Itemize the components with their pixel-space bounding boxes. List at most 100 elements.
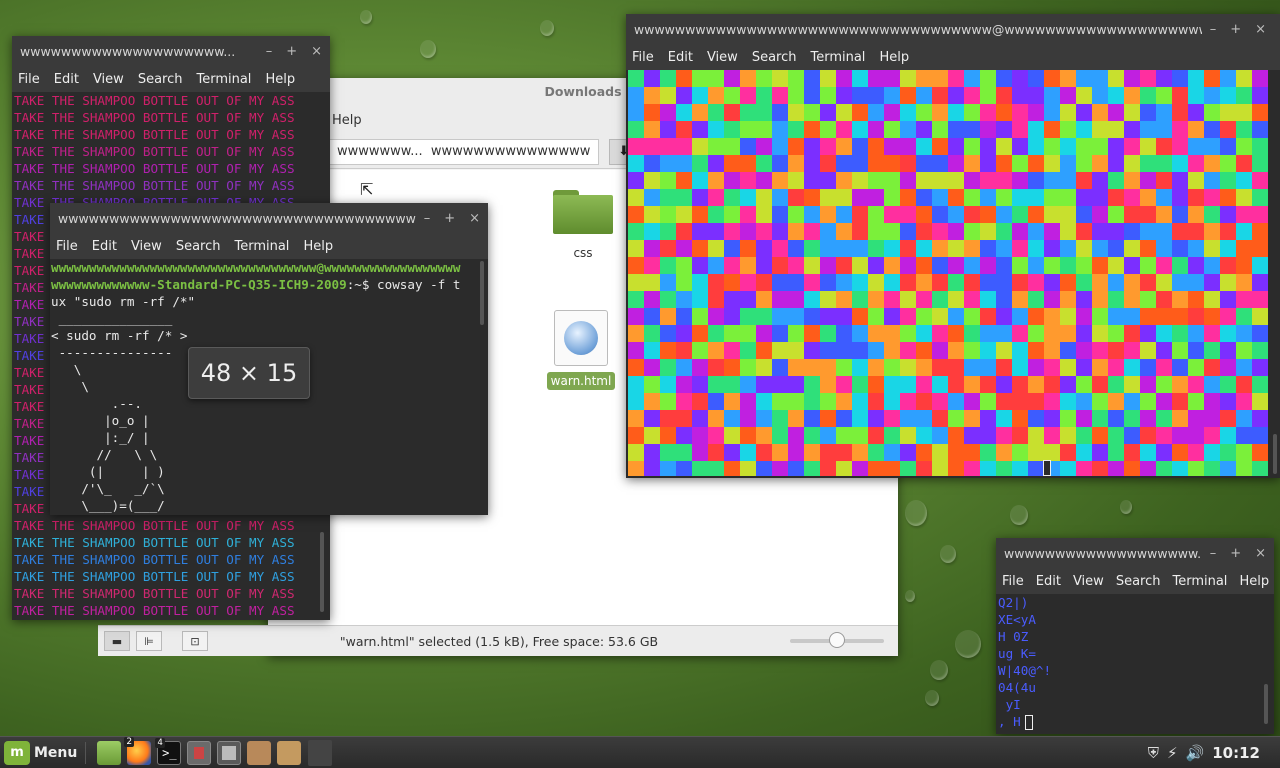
- color-cell: [884, 427, 900, 444]
- color-cell: [644, 189, 660, 206]
- terminal-window-cowsay[interactable]: wwwwwwwwwwwwwwwwwwwwwwwwwwwwwwwwwwww... …: [50, 203, 488, 515]
- title-bar[interactable]: wwwwwwwwwwwwwwwwwww... – + ×: [996, 538, 1274, 568]
- maximize-icon[interactable]: +: [1230, 546, 1241, 561]
- close-icon[interactable]: ×: [311, 44, 322, 59]
- tree-toggle-button[interactable]: ⊫: [136, 631, 162, 651]
- menu-search[interactable]: Search: [138, 72, 183, 87]
- color-cell: [1188, 155, 1204, 172]
- menu-edit[interactable]: Edit: [668, 50, 693, 65]
- color-cell: [1076, 376, 1092, 393]
- menu-file[interactable]: File: [1002, 574, 1024, 589]
- color-cell: [644, 104, 660, 121]
- color-cell: [900, 427, 916, 444]
- color-cell: [932, 104, 948, 121]
- files-launcher-icon[interactable]: [97, 740, 122, 765]
- file-item-css[interactable]: css: [548, 190, 618, 260]
- color-cell: [820, 223, 836, 240]
- menu-view[interactable]: View: [1073, 574, 1104, 589]
- color-cell: [1220, 325, 1236, 342]
- title-bar[interactable]: wwwwwwwwwwwwwwwwwwww... – + ×: [12, 36, 330, 66]
- firefox-launcher-icon[interactable]: 2: [124, 736, 152, 765]
- title-bar[interactable]: wwwwwwwwwwwwwwwwwwwwwwwwwwwwwwwwwwww... …: [50, 203, 488, 233]
- terminal-output[interactable]: Q2|) XE<yA H 0Z ug K= W|40@^! 04(4u yI, H: [998, 594, 1270, 732]
- menu-help[interactable]: Help: [303, 239, 333, 254]
- color-cell: [964, 104, 980, 121]
- color-cell: [788, 308, 804, 325]
- color-cell: [1092, 240, 1108, 257]
- menu-view[interactable]: View: [707, 50, 738, 65]
- color-cell: [804, 376, 820, 393]
- minimize-icon[interactable]: –: [1210, 546, 1217, 561]
- color-cell: [1220, 308, 1236, 325]
- title-bar[interactable]: wwwwwwwwwwwwwwwwwwwwwwwwwwwwwwwwwww@wwww…: [626, 14, 1280, 44]
- menu-file[interactable]: File: [632, 50, 654, 65]
- color-cell: [660, 376, 676, 393]
- close-icon[interactable]: ×: [1255, 22, 1266, 37]
- menu-help[interactable]: Help: [265, 72, 295, 87]
- color-cell: [996, 291, 1012, 308]
- color-cell: [996, 274, 1012, 291]
- color-cell: [1204, 206, 1220, 223]
- color-cell: [852, 308, 868, 325]
- color-cell: [1012, 376, 1028, 393]
- breadcrumb-item[interactable]: wwwwwww... wwwwwwwwwwwwwww: [328, 139, 600, 165]
- menu-terminal[interactable]: Terminal: [1172, 574, 1227, 589]
- menu-button[interactable]: m Menu: [4, 740, 77, 765]
- minimize-icon[interactable]: –: [1210, 22, 1217, 37]
- maximize-icon[interactable]: +: [444, 211, 455, 226]
- menu-help[interactable]: Help: [1239, 574, 1269, 589]
- menu-file[interactable]: File: [56, 239, 78, 254]
- network-icon[interactable]: ⚡: [1167, 744, 1178, 762]
- menu-edit[interactable]: Edit: [92, 239, 117, 254]
- color-cell: [996, 172, 1012, 189]
- terminal-line: , H: [998, 713, 1270, 730]
- menu-search[interactable]: Search: [1116, 574, 1161, 589]
- terminal-window-color-grid[interactable]: wwwwwwwwwwwwwwwwwwwwwwwwwwwwwwwwwww@wwww…: [626, 14, 1280, 478]
- color-grid[interactable]: [628, 70, 1268, 476]
- menu-terminal[interactable]: Terminal: [810, 50, 865, 65]
- maximize-icon[interactable]: +: [286, 44, 297, 59]
- package-icon[interactable]: [247, 740, 272, 765]
- menu-terminal[interactable]: Terminal: [234, 239, 289, 254]
- menu-help[interactable]: Help: [879, 50, 909, 65]
- cowsay-output: _______________ < sudo rm -rf /* > ------…: [51, 310, 488, 514]
- minimize-icon[interactable]: –: [424, 211, 431, 226]
- color-cell: [1044, 223, 1060, 240]
- shield-icon[interactable]: ⛨: [1148, 744, 1159, 762]
- file-item-warn-html[interactable]: warn.html: [546, 310, 616, 390]
- task-window-icon[interactable]: [217, 740, 242, 765]
- maximize-icon[interactable]: +: [1230, 22, 1241, 37]
- menu-view[interactable]: View: [131, 239, 162, 254]
- color-cell: [996, 359, 1012, 376]
- color-cell: [1220, 138, 1236, 155]
- zoom-slider-handle[interactable]: [829, 632, 845, 648]
- sidebar-toggle-button[interactable]: ⊡: [182, 631, 208, 651]
- menu-edit[interactable]: Edit: [54, 72, 79, 87]
- color-cell: [804, 155, 820, 172]
- minimize-icon[interactable]: –: [266, 44, 273, 59]
- volume-icon[interactable]: 🔊: [1186, 744, 1205, 762]
- close-icon[interactable]: ×: [469, 211, 480, 226]
- color-cell: [1108, 155, 1124, 172]
- color-cell: [740, 393, 756, 410]
- active-window-slot[interactable]: [308, 739, 333, 766]
- menu-search[interactable]: Search: [752, 50, 797, 65]
- menu-terminal[interactable]: Terminal: [196, 72, 251, 87]
- close-icon[interactable]: ×: [1255, 546, 1266, 561]
- color-cell: [1188, 325, 1204, 342]
- task-window-icon[interactable]: [187, 740, 212, 765]
- terminal-window-small[interactable]: wwwwwwwwwwwwwwwwwww... – + × File Edit Vie…: [996, 538, 1274, 734]
- package-icon[interactable]: [277, 740, 302, 765]
- clock[interactable]: 10:12: [1212, 744, 1260, 762]
- color-cell: [1092, 223, 1108, 240]
- menu-file[interactable]: File: [18, 72, 40, 87]
- menu-search[interactable]: Search: [176, 239, 221, 254]
- zoom-slider[interactable]: [790, 632, 884, 648]
- places-toggle-button[interactable]: ▬: [104, 631, 130, 651]
- menu-help[interactable]: Help: [332, 113, 362, 128]
- menu-edit[interactable]: Edit: [1036, 574, 1061, 589]
- color-cell: [708, 444, 724, 461]
- terminal-launcher-icon[interactable]: >_ 4: [155, 737, 182, 765]
- menu-view[interactable]: View: [93, 72, 124, 87]
- color-cell: [724, 444, 740, 461]
